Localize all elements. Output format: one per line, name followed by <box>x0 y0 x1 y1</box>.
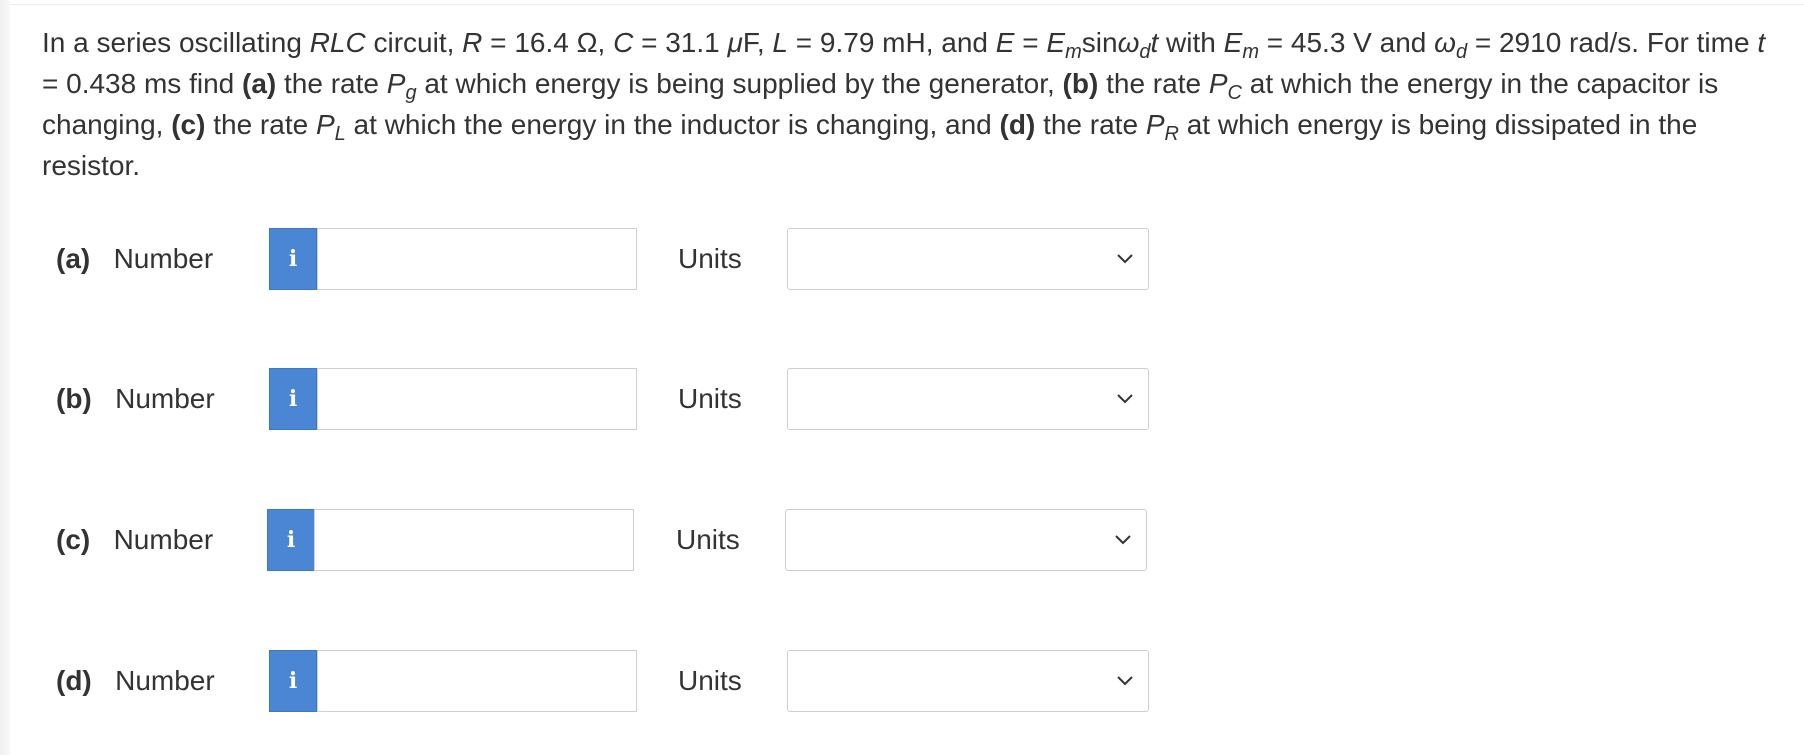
chevron-down-icon <box>1115 535 1131 545</box>
answer-row-d: (d) Number i Units <box>56 650 1156 712</box>
part-label-a: (a) Number <box>56 243 214 274</box>
chevron-down-icon <box>1117 676 1133 686</box>
info-icon[interactable]: i <box>267 509 315 571</box>
chevron-down-icon <box>1117 394 1133 404</box>
number-input-d[interactable] <box>317 650 637 712</box>
units-select-d[interactable] <box>787 650 1149 712</box>
info-icon[interactable]: i <box>269 228 317 290</box>
part-label-c: (c) Number <box>56 524 214 555</box>
units-select-c[interactable] <box>785 509 1147 571</box>
info-icon[interactable]: i <box>269 368 317 430</box>
number-input-b[interactable] <box>317 368 637 430</box>
part-label-b: (b) Number <box>56 383 215 414</box>
question-text: In a series oscillating RLC circuit, R =… <box>42 27 1766 181</box>
info-icon[interactable]: i <box>269 650 317 712</box>
units-select-b[interactable] <box>787 368 1149 430</box>
answer-row-c: (c) Number i Units <box>56 509 1156 571</box>
top-divider <box>10 4 1804 5</box>
units-label-c: Units <box>676 524 740 555</box>
number-input-c[interactable] <box>314 509 634 571</box>
units-select-a[interactable] <box>787 228 1149 290</box>
part-label-d: (d) Number <box>56 665 215 696</box>
number-input-a[interactable] <box>317 228 637 290</box>
left-edge-shadow <box>0 0 10 755</box>
units-label-a: Units <box>678 243 742 274</box>
answer-row-b: (b) Number i Units <box>56 368 1156 430</box>
units-label-b: Units <box>678 383 742 414</box>
chevron-down-icon <box>1117 254 1133 264</box>
units-label-d: Units <box>678 665 742 696</box>
answer-row-a: (a) Number i Units <box>56 228 1156 290</box>
